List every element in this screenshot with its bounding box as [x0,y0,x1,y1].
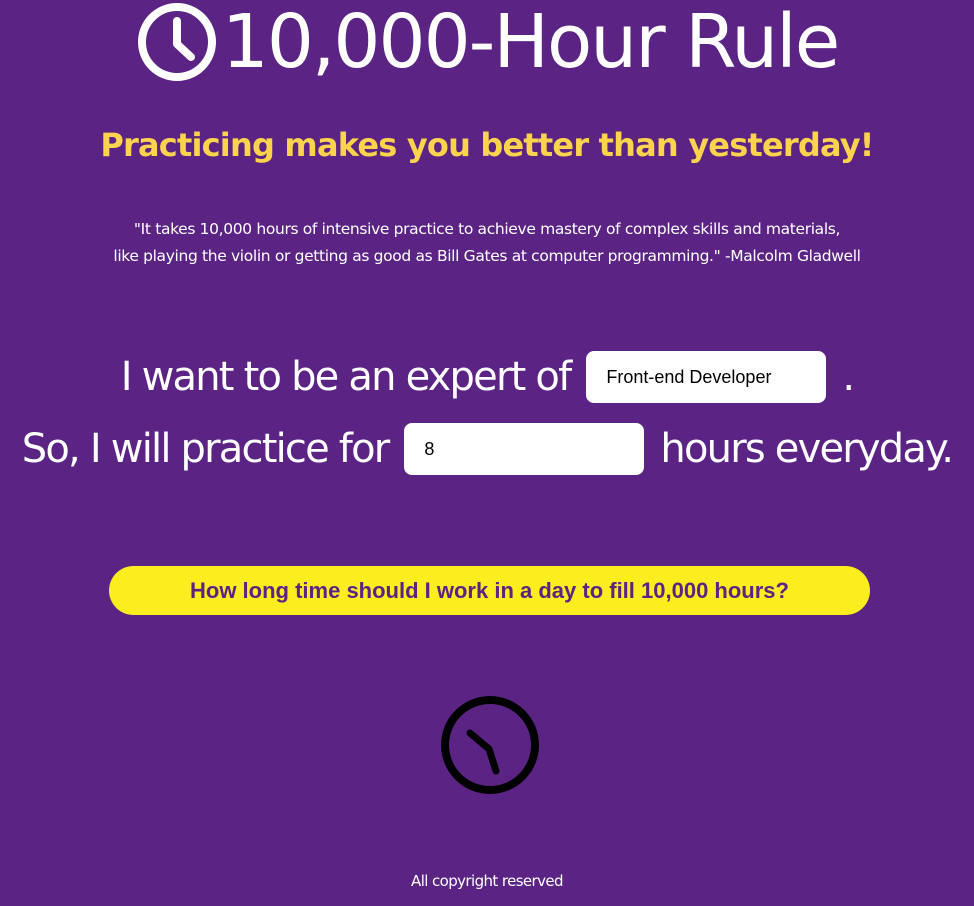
expert-field[interactable] [586,351,827,403]
practice-suffix-label: hours everyday. [660,426,954,472]
loading-clock-icon [438,693,542,797]
calculate-button[interactable]: How long time should I work in a day to … [109,566,870,615]
expert-suffix-label: . [842,354,855,400]
hours-field[interactable] [404,423,645,475]
page-title: 10,000-Hour Rule [221,0,840,85]
practice-prefix-label: So, I will practice for [21,426,390,472]
quote: "It takes 10,000 hours of intensive prac… [0,216,974,270]
page-header: 10,000-Hour Rule [0,0,974,92]
quote-line-2: like playing the violin or getting as go… [113,247,861,265]
footer-copyright: All copyright reserved [411,872,564,890]
quote-line-1: "It takes 10,000 hours of intensive prac… [133,220,841,238]
expert-prefix-label: I want to be an expert of [120,354,572,400]
practice-sentence: So, I will practice for hours everyday. [0,422,974,476]
clock-icon [136,1,218,83]
page-subtitle: Practicing makes you better than yesterd… [100,126,874,164]
expert-sentence: I want to be an expert of . [0,350,974,404]
